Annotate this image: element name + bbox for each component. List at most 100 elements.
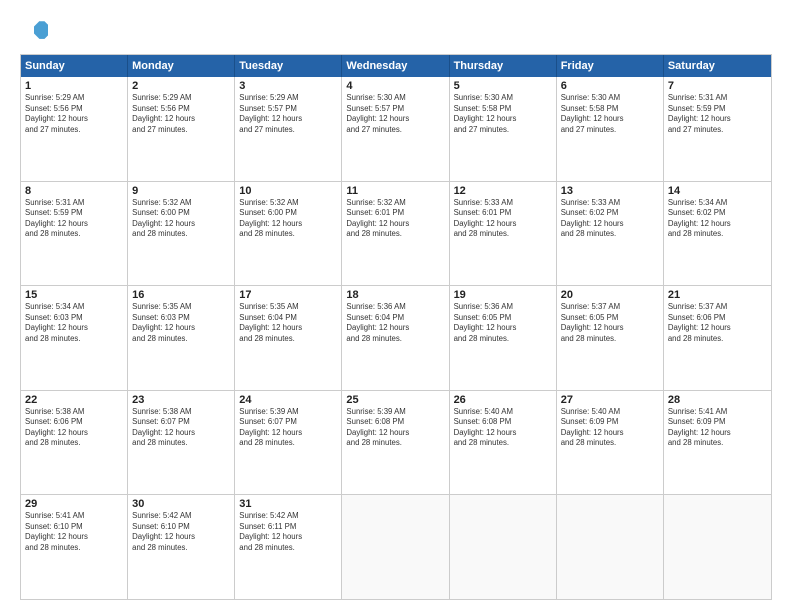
day-number: 30	[132, 498, 230, 510]
day-number: 12	[454, 185, 552, 197]
calendar-cell: 29Sunrise: 5:41 AMSunset: 6:10 PMDayligh…	[21, 495, 128, 599]
cell-info: Sunrise: 5:30 AMSunset: 5:57 PMDaylight:…	[346, 93, 444, 135]
calendar-cell: 10Sunrise: 5:32 AMSunset: 6:00 PMDayligh…	[235, 182, 342, 286]
day-number: 24	[239, 394, 337, 406]
calendar-cell: 11Sunrise: 5:32 AMSunset: 6:01 PMDayligh…	[342, 182, 449, 286]
calendar-header: SundayMondayTuesdayWednesdayThursdayFrid…	[21, 55, 771, 77]
day-number: 31	[239, 498, 337, 510]
cell-info: Sunrise: 5:36 AMSunset: 6:04 PMDaylight:…	[346, 302, 444, 344]
cell-info: Sunrise: 5:32 AMSunset: 6:01 PMDaylight:…	[346, 198, 444, 240]
calendar-cell: 27Sunrise: 5:40 AMSunset: 6:09 PMDayligh…	[557, 391, 664, 495]
calendar-row-2: 8Sunrise: 5:31 AMSunset: 5:59 PMDaylight…	[21, 181, 771, 286]
calendar-cell: 26Sunrise: 5:40 AMSunset: 6:08 PMDayligh…	[450, 391, 557, 495]
day-number: 26	[454, 394, 552, 406]
day-number: 7	[668, 80, 767, 92]
calendar-cell: 14Sunrise: 5:34 AMSunset: 6:02 PMDayligh…	[664, 182, 771, 286]
day-number: 13	[561, 185, 659, 197]
calendar-cell: 13Sunrise: 5:33 AMSunset: 6:02 PMDayligh…	[557, 182, 664, 286]
cell-info: Sunrise: 5:32 AMSunset: 6:00 PMDaylight:…	[132, 198, 230, 240]
cell-info: Sunrise: 5:31 AMSunset: 5:59 PMDaylight:…	[668, 93, 767, 135]
calendar-cell: 24Sunrise: 5:39 AMSunset: 6:07 PMDayligh…	[235, 391, 342, 495]
calendar-cell: 15Sunrise: 5:34 AMSunset: 6:03 PMDayligh…	[21, 286, 128, 390]
cell-info: Sunrise: 5:36 AMSunset: 6:05 PMDaylight:…	[454, 302, 552, 344]
calendar-cell: 1Sunrise: 5:29 AMSunset: 5:56 PMDaylight…	[21, 77, 128, 181]
header	[20, 16, 772, 44]
day-number: 17	[239, 289, 337, 301]
calendar-cell	[664, 495, 771, 599]
cell-info: Sunrise: 5:37 AMSunset: 6:06 PMDaylight:…	[668, 302, 767, 344]
cell-info: Sunrise: 5:30 AMSunset: 5:58 PMDaylight:…	[454, 93, 552, 135]
calendar-row-1: 1 Sunrise: 5:29 AMSunset: 5:56 PMDaylight…	[21, 77, 771, 181]
cell-info: Sunrise: 5:29 AMSunset: 5:57 PMDaylight:…	[239, 93, 337, 135]
cell-info: Sunrise: 5:35 AMSunset: 6:03 PMDaylight:…	[132, 302, 230, 344]
day-number: 18	[346, 289, 444, 301]
calendar-body: 1 Sunrise: 5:29 AMSunset: 5:56 PMDaylight…	[21, 77, 771, 599]
day-number: 20	[561, 289, 659, 301]
calendar-cell: 21Sunrise: 5:37 AMSunset: 6:06 PMDayligh…	[664, 286, 771, 390]
day-number: 25	[346, 394, 444, 406]
cell-info: Sunrise: 5:40 AMSunset: 6:08 PMDaylight:…	[454, 407, 552, 449]
day-number: 23	[132, 394, 230, 406]
calendar-cell: 23Sunrise: 5:38 AMSunset: 6:07 PMDayligh…	[128, 391, 235, 495]
calendar-cell: 22Sunrise: 5:38 AMSunset: 6:06 PMDayligh…	[21, 391, 128, 495]
calendar-cell: 20Sunrise: 5:37 AMSunset: 6:05 PMDayligh…	[557, 286, 664, 390]
calendar-cell: 5Sunrise: 5:30 AMSunset: 5:58 PMDaylight…	[450, 77, 557, 181]
calendar-cell: 3Sunrise: 5:29 AMSunset: 5:57 PMDaylight…	[235, 77, 342, 181]
cell-info: Sunrise: 5:41 AMSunset: 6:10 PMDaylight:…	[25, 511, 123, 553]
logo-icon	[20, 16, 48, 44]
cell-info: Sunrise: 5:38 AMSunset: 6:07 PMDaylight:…	[132, 407, 230, 449]
day-number: 16	[132, 289, 230, 301]
calendar-cell: 12Sunrise: 5:33 AMSunset: 6:01 PMDayligh…	[450, 182, 557, 286]
calendar-cell: 9Sunrise: 5:32 AMSunset: 6:00 PMDaylight…	[128, 182, 235, 286]
calendar-cell: 28Sunrise: 5:41 AMSunset: 6:09 PMDayligh…	[664, 391, 771, 495]
day-number: 29	[25, 498, 123, 510]
cell-info: Sunrise: 5:37 AMSunset: 6:05 PMDaylight:…	[561, 302, 659, 344]
calendar-row-5: 29Sunrise: 5:41 AMSunset: 6:10 PMDayligh…	[21, 494, 771, 599]
calendar-cell: 16Sunrise: 5:35 AMSunset: 6:03 PMDayligh…	[128, 286, 235, 390]
calendar-cell: 2Sunrise: 5:29 AMSunset: 5:56 PMDaylight…	[128, 77, 235, 181]
cell-info: Sunrise: 5:39 AMSunset: 6:07 PMDaylight:…	[239, 407, 337, 449]
cell-info: Sunrise: 5:34 AMSunset: 6:03 PMDaylight:…	[25, 302, 123, 344]
day-number: 5	[454, 80, 552, 92]
cell-info: Sunrise: 5:35 AMSunset: 6:04 PMDaylight:…	[239, 302, 337, 344]
day-number: 10	[239, 185, 337, 197]
calendar-row-4: 22Sunrise: 5:38 AMSunset: 6:06 PMDayligh…	[21, 390, 771, 495]
calendar-cell: 7Sunrise: 5:31 AMSunset: 5:59 PMDaylight…	[664, 77, 771, 181]
cell-info: Sunrise: 5:29 AMSunset: 5:56 PMDaylight:…	[132, 93, 230, 135]
calendar-cell	[557, 495, 664, 599]
cell-info: Sunrise: 5:33 AMSunset: 6:02 PMDaylight:…	[561, 198, 659, 240]
day-number: 15	[25, 289, 123, 301]
day-number: 4	[346, 80, 444, 92]
page: SundayMondayTuesdayWednesdayThursdayFrid…	[0, 0, 792, 612]
day-number: 2	[132, 80, 230, 92]
cell-info: Sunrise: 5:39 AMSunset: 6:08 PMDaylight:…	[346, 407, 444, 449]
cell-info: Sunrise: 5:30 AMSunset: 5:58 PMDaylight:…	[561, 93, 659, 135]
cell-info: Sunrise: 5:41 AMSunset: 6:09 PMDaylight:…	[668, 407, 767, 449]
header-day-monday: Monday	[128, 55, 235, 77]
header-day-wednesday: Wednesday	[342, 55, 449, 77]
header-day-saturday: Saturday	[664, 55, 771, 77]
day-number: 27	[561, 394, 659, 406]
day-number: 3	[239, 80, 337, 92]
header-day-thursday: Thursday	[450, 55, 557, 77]
day-number: 21	[668, 289, 767, 301]
calendar-cell: 30Sunrise: 5:42 AMSunset: 6:10 PMDayligh…	[128, 495, 235, 599]
day-number: 1	[25, 80, 123, 92]
calendar-cell: 4Sunrise: 5:30 AMSunset: 5:57 PMDaylight…	[342, 77, 449, 181]
calendar-row-3: 15Sunrise: 5:34 AMSunset: 6:03 PMDayligh…	[21, 285, 771, 390]
cell-info: Sunrise: 5:42 AMSunset: 6:10 PMDaylight:…	[132, 511, 230, 553]
cell-info: Sunrise: 5:33 AMSunset: 6:01 PMDaylight:…	[454, 198, 552, 240]
day-number: 11	[346, 185, 444, 197]
calendar-cell: 17Sunrise: 5:35 AMSunset: 6:04 PMDayligh…	[235, 286, 342, 390]
calendar-cell: 8Sunrise: 5:31 AMSunset: 5:59 PMDaylight…	[21, 182, 128, 286]
day-number: 28	[668, 394, 767, 406]
header-day-tuesday: Tuesday	[235, 55, 342, 77]
day-number: 14	[668, 185, 767, 197]
day-number: 8	[25, 185, 123, 197]
calendar-cell	[342, 495, 449, 599]
calendar-cell	[450, 495, 557, 599]
day-number: 19	[454, 289, 552, 301]
cell-info: Sunrise: 5:40 AMSunset: 6:09 PMDaylight:…	[561, 407, 659, 449]
header-day-friday: Friday	[557, 55, 664, 77]
calendar-cell: 31Sunrise: 5:42 AMSunset: 6:11 PMDayligh…	[235, 495, 342, 599]
